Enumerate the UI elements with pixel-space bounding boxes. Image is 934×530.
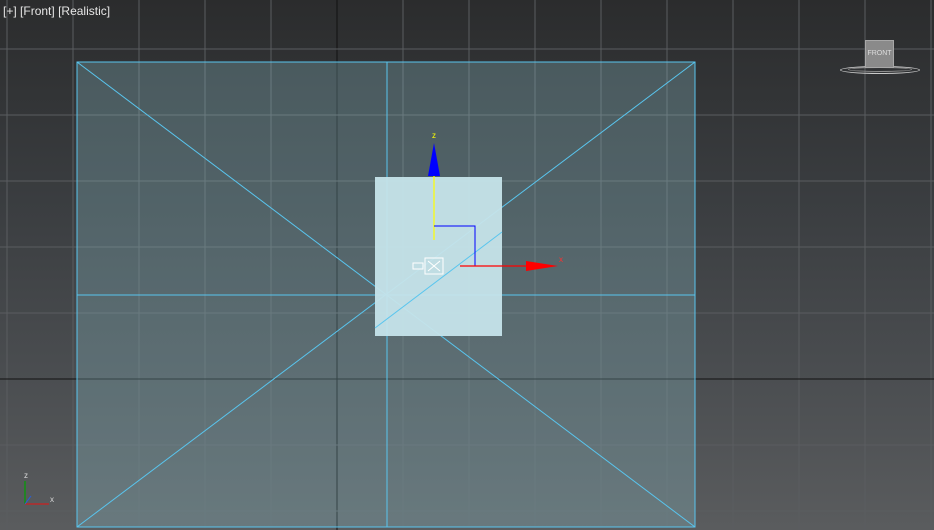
tripod-z-label: z	[24, 471, 28, 480]
tripod-y-axis	[24, 495, 32, 505]
viewcube-front-face[interactable]: FRONT	[865, 40, 894, 68]
viewcube-icon[interactable]: FRONT	[838, 36, 924, 80]
viewport-general-menu[interactable]: [+]	[3, 4, 17, 18]
viewport-scene[interactable]: z x z x	[0, 0, 934, 530]
viewport-shading-menu[interactable]: [Realistic]	[58, 4, 110, 18]
box-object[interactable]	[375, 177, 502, 336]
viewport-point-of-view-menu[interactable]: [Front]	[20, 4, 55, 18]
gizmo-z-label: z	[432, 131, 436, 140]
viewport-label-menu[interactable]: [+] [Front] [Realistic]	[3, 4, 110, 18]
tripod-x-label: x	[50, 495, 54, 504]
front-viewport[interactable]: z x z x [+] [Front] [Realistic] FRONT	[0, 0, 934, 530]
world-axis-tripod: z x	[24, 471, 54, 505]
gizmo-x-label: x	[559, 255, 563, 264]
